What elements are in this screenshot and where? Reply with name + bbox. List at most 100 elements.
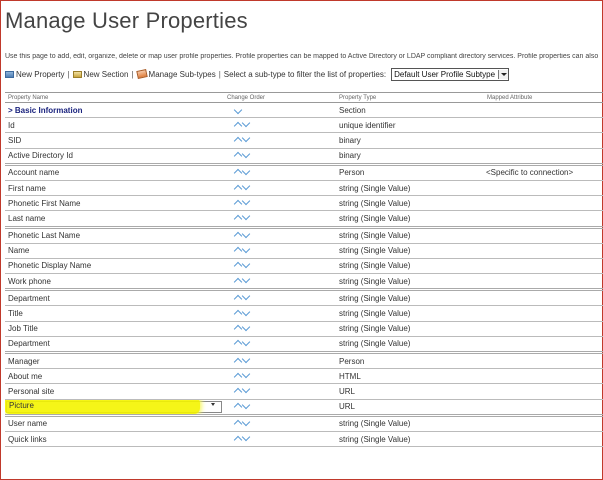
table-row[interactable]: Work phone string (Single Value) <box>5 273 603 292</box>
property-name-cell[interactable]: Phonetic First Name <box>5 195 225 212</box>
property-type-cell: string (Single Value) <box>336 415 484 432</box>
table-row[interactable]: Account name Person <Specific to connectio… <box>5 164 603 181</box>
property-name-cell[interactable]: Quick links <box>5 431 225 448</box>
new-section-button[interactable]: New Section <box>72 70 128 79</box>
property-name-cell[interactable]: SID <box>5 132 225 149</box>
arrow-down-icon[interactable] <box>241 149 251 158</box>
table-row[interactable]: First name string (Single Value) <box>5 180 603 197</box>
arrow-down-icon[interactable] <box>241 196 251 206</box>
property-name-cell[interactable]: User name <box>5 415 225 432</box>
property-name-cell[interactable]: > Basic Information <box>5 102 225 119</box>
property-name-cell[interactable]: Name <box>5 243 225 259</box>
property-name-text: Work phone <box>8 276 51 286</box>
subtype-select[interactable]: Default User Profile Subtype <box>391 67 510 81</box>
order-arrows <box>233 307 251 319</box>
order-arrows <box>233 400 251 412</box>
arrow-down-icon[interactable] <box>241 212 251 221</box>
table-row[interactable]: Phonetic First Name string (Single Value) <box>5 195 603 212</box>
table-row[interactable]: Department string (Single Value) <box>5 289 603 307</box>
property-name-cell[interactable]: Account name <box>5 164 225 181</box>
property-name-text: Last name <box>8 213 46 223</box>
property-name-cell[interactable]: First name <box>5 180 225 197</box>
dropdown-arrow-icon[interactable] <box>211 402 215 406</box>
arrow-down-icon[interactable] <box>241 119 251 128</box>
order-arrows <box>233 244 251 256</box>
property-name-text: Active Directory Id <box>8 151 73 161</box>
order-arrows <box>233 259 251 271</box>
arrow-down-icon[interactable] <box>241 259 251 269</box>
arrow-down-icon[interactable] <box>241 181 251 191</box>
table-row[interactable]: Quick links string (Single Value) <box>5 431 603 448</box>
table-row[interactable]: Personal site URL <box>5 383 603 400</box>
table-row[interactable]: About me HTML <box>5 368 603 385</box>
order-arrows <box>233 196 251 208</box>
arrow-down-icon[interactable] <box>241 244 251 254</box>
property-name-text: Name <box>8 246 30 256</box>
toolbar: New Property | New Section | Manage Sub-… <box>5 67 510 81</box>
table-row[interactable]: Manager Person <box>5 352 603 370</box>
table-row[interactable]: > Basic Information Section <box>5 102 603 119</box>
mapped-attribute-cell <box>484 132 603 149</box>
arrow-down-icon[interactable] <box>241 322 251 331</box>
table-row[interactable]: Phonetic Display Name string (Single Valu… <box>5 258 603 275</box>
table-row[interactable]: Phonetic Last Name string (Single Value) <box>5 227 603 244</box>
new-property-icon <box>5 70 14 78</box>
arrow-down-icon[interactable] <box>241 274 251 284</box>
section-name: > Basic Information <box>8 105 83 115</box>
arrow-down-icon[interactable] <box>241 432 251 442</box>
table-row[interactable]: Picture URL <box>5 399 603 417</box>
table-row[interactable]: User name string (Single Value) <box>5 415 603 432</box>
property-name-cell[interactable]: Title <box>5 305 225 322</box>
column-header-property-name[interactable]: Property Name <box>5 92 225 103</box>
property-name-cell[interactable]: Last name <box>5 210 225 229</box>
property-name-cell[interactable]: Job Title <box>5 321 225 337</box>
property-name-cell[interactable]: Id <box>5 117 225 134</box>
order-arrows <box>233 354 251 366</box>
arrow-down-icon[interactable] <box>241 134 251 143</box>
order-arrows <box>233 274 251 286</box>
arrow-down-icon[interactable] <box>241 354 251 364</box>
column-header-property-type: Property Type <box>336 92 484 103</box>
property-name-text: SID <box>8 135 22 145</box>
property-name-cell[interactable]: Phonetic Last Name <box>5 227 225 244</box>
property-name-cell[interactable]: Phonetic Display Name <box>5 258 225 275</box>
order-arrows <box>233 229 251 241</box>
order-arrows <box>233 292 251 304</box>
property-name-cell[interactable]: Department <box>5 289 225 307</box>
arrow-down-icon[interactable] <box>241 417 251 427</box>
new-property-button[interactable]: New Property <box>5 70 64 79</box>
property-type-cell: string (Single Value) <box>336 210 484 229</box>
table-row[interactable]: SID binary <box>5 132 603 149</box>
property-name-cell[interactable]: Personal site <box>5 383 225 400</box>
property-name-cell[interactable]: Picture <box>5 399 225 417</box>
property-name-cell[interactable]: Manager <box>5 352 225 370</box>
arrow-down-icon[interactable] <box>241 337 251 347</box>
chevron-down-icon[interactable] <box>498 69 509 79</box>
property-name-edit[interactable]: Picture <box>5 399 225 413</box>
arrow-down-icon[interactable] <box>241 307 251 316</box>
mapped-attribute-cell <box>484 117 603 134</box>
property-name-cell[interactable]: Work phone <box>5 273 225 292</box>
arrow-down-icon[interactable] <box>233 105 243 114</box>
arrow-down-icon[interactable] <box>241 166 251 176</box>
table-row[interactable]: Active Directory Id binary <box>5 148 603 166</box>
table-row[interactable]: Last name string (Single Value) <box>5 210 603 229</box>
table-row[interactable]: Name string (Single Value) <box>5 243 603 259</box>
mapped-attribute-cell <box>484 195 603 212</box>
arrow-down-icon[interactable] <box>241 385 251 394</box>
table-row[interactable]: Job Title string (Single Value) <box>5 321 603 337</box>
table-row[interactable]: Id unique identifier <box>5 117 603 134</box>
table-row[interactable]: Department string (Single Value) <box>5 336 603 355</box>
change-order-cell <box>225 132 336 149</box>
property-name-cell[interactable]: Active Directory Id <box>5 148 225 166</box>
arrow-down-icon[interactable] <box>241 229 251 238</box>
arrow-down-icon[interactable] <box>241 400 251 409</box>
arrow-down-icon[interactable] <box>241 370 251 379</box>
arrow-down-icon[interactable] <box>241 292 251 301</box>
property-name-cell[interactable]: Department <box>5 336 225 355</box>
yellow-highlight <box>5 399 200 413</box>
table-row[interactable]: Title string (Single Value) <box>5 305 603 322</box>
property-name-cell[interactable]: About me <box>5 368 225 385</box>
manage-subtypes-button[interactable]: Manage Sub-types <box>135 69 216 79</box>
property-type-cell: URL <box>336 399 484 417</box>
